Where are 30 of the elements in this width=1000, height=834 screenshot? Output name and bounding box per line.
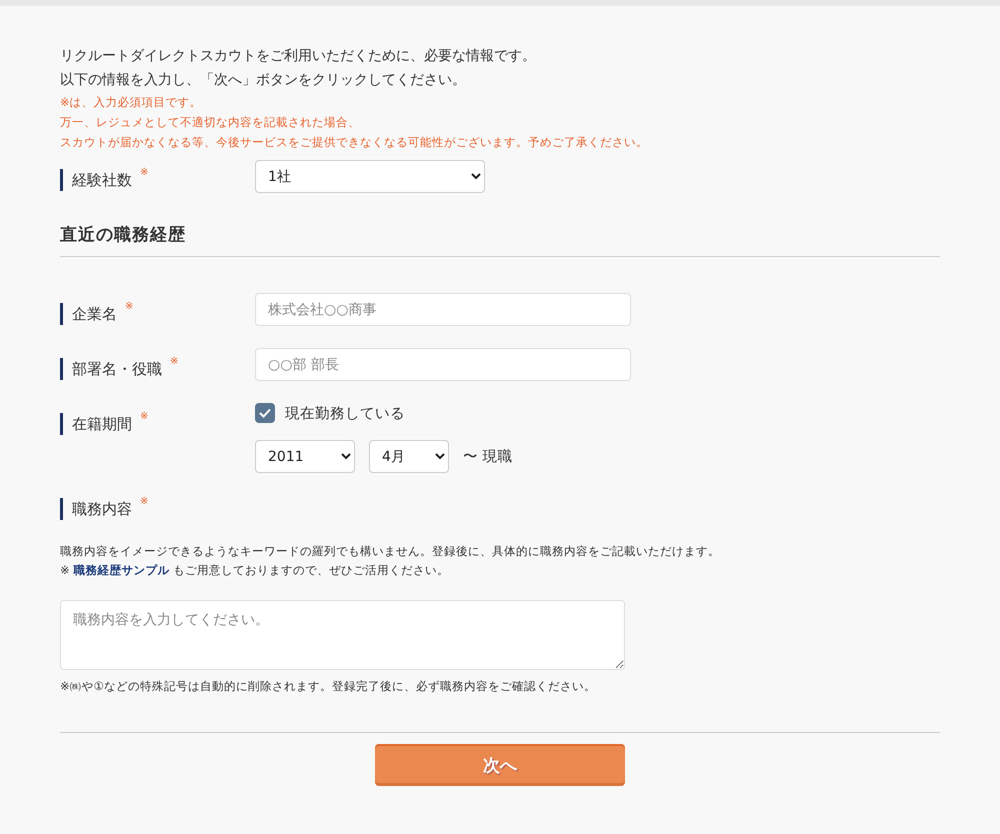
intro-text: リクルートダイレクトスカウトをご利用いただくために、必要な情報です。 [60,47,537,66]
text-input[interactable]: 株式会社○○商事 [255,293,631,326]
notice-text: ※は、入力必須項目です。 [60,94,203,111]
notice-text: スカウトが届かなくなる等、今後サービスをご提供できなくなる可能性がございます。予めご了承ください。 [60,134,649,151]
field-label: 企業名 [72,304,117,324]
text-input[interactable]: ○○部 部長 [255,348,631,381]
required-mark: ※ [140,167,148,178]
field-label: 在籍期間 [72,414,132,434]
field-label: 部署名・役職 [72,360,162,378]
checkbox[interactable] [255,403,275,423]
notice-text: 万一、レジュメとして不適切な内容を記載された場合、 [60,114,361,131]
required-mark: ※ [170,356,178,367]
required-mark: ※ [125,301,134,312]
year-select[interactable]: 2011 [255,440,355,473]
field-label: 職務内容 [72,500,132,518]
duties-textarea[interactable]: 職務内容を入力してください。 [60,600,625,670]
currently-employed-checkbox[interactable]: 現在勤務している [255,403,513,423]
check-icon [259,408,271,418]
symbol-note: ※㈱や①などの特殊記号は自動的に削除されます。登録完了後に、必ず職務内容をご確認ください。 [60,679,597,694]
intro-text: 以下の情報を入力し、「次へ」ボタンをクリックしてください。 [60,71,467,90]
until-text: 〜 現職 [463,448,513,466]
company-count-select[interactable]: 1社 [255,160,485,193]
required-mark: ※ [140,496,148,507]
sample-link[interactable]: 職務経歴サンプル [73,563,170,577]
duties-description: 職務内容をイメージできるようなキーワードの羅列でも構いません。登録後に、具体的に職務内容をご記載いただけます。 [60,543,721,560]
section-title: 直近の職務経歴 [60,223,940,257]
sample-text: ※ 職務経歴サンプル もご用意しておりますので、ぜひご活用ください。 [60,562,450,579]
field-label: 経験社数 [72,170,132,190]
month-select[interactable]: 4月 [369,440,449,473]
required-mark: ※ [140,411,148,422]
